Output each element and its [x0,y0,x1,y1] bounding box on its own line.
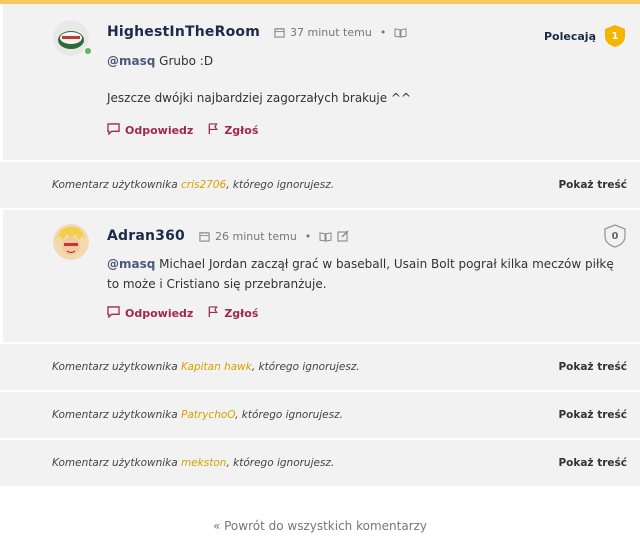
comment-text-line2: Jeszcze dwójki najbardziej zagorzałych b… [107,91,411,105]
comment-body: @masq Grubo :D [107,51,620,71]
reply-button[interactable]: Odpowiedz [107,123,193,138]
ignored-comment: Komentarz użytkownika mekston, którego i… [0,438,640,486]
comment-item: Adran360 26 minut temu • 0 @masq Michael… [0,208,640,342]
back-to-all-comments-link[interactable]: « Powrót do wszystkich komentarzy [0,519,640,533]
comment-body-2: Jeszcze dwójki najbardziej zagorzałych b… [107,88,620,108]
book-icon[interactable] [319,231,332,242]
report-label: Zgłoś [224,124,259,137]
calendar-icon [199,231,210,242]
ignored-suffix: , którego ignorujesz. [226,457,335,469]
separator-dot: • [304,229,312,243]
flag-icon [207,306,219,321]
comment-author[interactable]: HighestInTheRoom [107,24,260,40]
comment-header: Adran360 26 minut temu • [107,228,349,244]
ignored-comment: Komentarz użytkownika PatrychoO, którego… [0,390,640,438]
ignored-suffix: , którego ignorujesz. [226,179,335,191]
shield-badge-icon[interactable]: 0 [604,224,626,248]
ignored-prefix: Komentarz użytkownika [52,361,182,373]
show-content-button[interactable]: Pokaż treść [558,179,627,191]
shield-badge-icon[interactable]: 1 [604,24,626,48]
comment-body: @masq Michael Jordan zaczął grać w baseb… [107,254,620,294]
ignored-user-link[interactable]: PatrychoO [181,409,235,421]
flag-icon [207,123,219,138]
recommend-box: 0 [604,224,626,248]
reply-label: Odpowiedz [125,124,194,137]
ignored-comment: Komentarz użytkownika cris2706, którego … [0,160,640,208]
show-content-button[interactable]: Pokaż treść [558,409,627,421]
comment-actions: Odpowiedz Zgłoś [107,306,258,321]
calendar-icon [274,27,285,38]
ignored-user-link[interactable]: cris2706 [181,179,226,191]
ignored-suffix: , którego ignorujesz. [251,361,360,373]
ignored-text: Komentarz użytkownika mekston, którego i… [52,457,334,469]
ignored-comment: Komentarz użytkownika Kapitan hawk, któr… [0,342,640,390]
avatar[interactable] [53,224,89,260]
mention-link[interactable]: @masq [107,54,155,68]
reply-button[interactable]: Odpowiedz [107,306,193,321]
comment-meta: 37 minut temu • [274,26,407,39]
ignored-prefix: Komentarz użytkownika [52,457,182,469]
ignored-suffix: , którego ignorujesz. [235,409,343,421]
report-label: Zgłoś [224,307,259,320]
comment-header: HighestInTheRoom 37 minut temu • [107,24,407,40]
show-content-button[interactable]: Pokaż treść [558,457,627,469]
comment-actions: Odpowiedz Zgłoś [107,123,258,138]
book-icon[interactable] [394,27,407,38]
reply-icon [107,306,120,321]
comment-author[interactable]: Adran360 [107,228,185,244]
online-status-icon [83,46,93,56]
ignored-text: Komentarz użytkownika Kapitan hawk, któr… [52,361,360,373]
reply-label: Odpowiedz [125,307,194,320]
ignored-user-link[interactable]: mekston [181,457,226,469]
ignored-text: Komentarz użytkownika cris2706, którego … [52,179,334,191]
ignored-text: Komentarz użytkownika PatrychoO, którego… [52,409,343,421]
report-button[interactable]: Zgłoś [207,123,258,138]
report-button[interactable]: Zgłoś [207,306,258,321]
recommend-count: 1 [611,30,619,42]
recommend-count: 0 [611,230,619,242]
comment-time: 26 minut temu [215,229,297,243]
comment-text: Michael Jordan zaczął grać w baseball, U… [107,257,614,291]
comment-text-line1: Grubo :D [159,54,214,68]
ignored-user-link[interactable]: Kapitan hawk [181,361,252,373]
comment-meta: 26 minut temu • [199,230,349,243]
recommend-box: Polecają 1 [544,24,626,48]
comment-item: HighestInTheRoom 37 minut temu • Polecaj… [0,4,640,160]
show-content-button[interactable]: Pokaż treść [558,361,627,373]
ignored-prefix: Komentarz użytkownika [52,179,182,191]
reply-icon [107,123,120,138]
comments-list: HighestInTheRoom 37 minut temu • Polecaj… [0,4,640,486]
recommend-label: Polecają [544,29,596,43]
edit-icon[interactable] [337,230,349,242]
separator-dot: • [379,25,387,39]
mention-link[interactable]: @masq [107,257,155,271]
ignored-prefix: Komentarz użytkownika [52,409,182,421]
comment-time: 37 minut temu [290,25,372,39]
